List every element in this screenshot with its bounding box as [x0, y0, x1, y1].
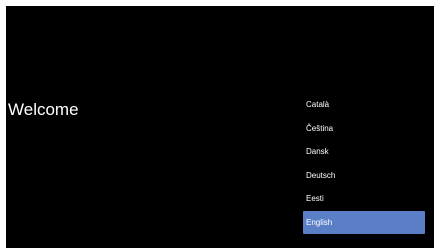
language-option-eesti[interactable]: Eesti: [303, 187, 425, 211]
language-option-cestina[interactable]: Čeština: [303, 117, 425, 141]
language-list: Català Čeština Dansk Deutsch Eesti Engli…: [303, 93, 425, 234]
language-option-dansk[interactable]: Dansk: [303, 140, 425, 164]
welcome-title: Welcome: [8, 100, 79, 119]
language-option-english[interactable]: English: [303, 210, 425, 234]
language-option-catala[interactable]: Català: [303, 93, 425, 117]
welcome-screen: Welcome Català Čeština Dansk Deutsch Ees…: [6, 6, 434, 248]
language-option-deutsch[interactable]: Deutsch: [303, 164, 425, 188]
